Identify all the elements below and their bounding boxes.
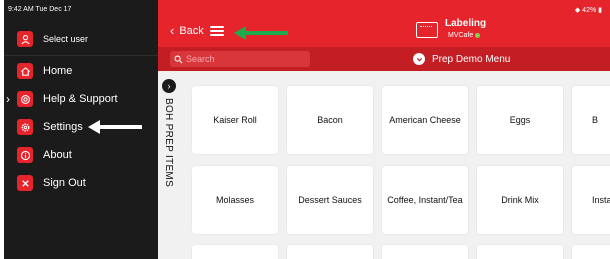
sidebar-item-label: Settings bbox=[43, 121, 83, 133]
user-icon bbox=[17, 31, 33, 47]
item-tile[interactable]: American Cheese bbox=[382, 86, 468, 154]
search-icon bbox=[174, 55, 183, 63]
select-user-button[interactable]: Select user bbox=[4, 26, 158, 52]
sidebar-item-home[interactable]: Home bbox=[4, 58, 158, 84]
item-tile[interactable] bbox=[477, 245, 563, 259]
sidebar-item-label: Sign Out bbox=[43, 177, 86, 189]
item-tile[interactable]: Coffee, Instant/Tea bbox=[382, 166, 468, 234]
chevron-left-icon: ‹ bbox=[170, 23, 175, 38]
hamburger-menu-icon[interactable] bbox=[210, 26, 224, 36]
category-strip: › BOH PREP ITEMS bbox=[158, 71, 180, 259]
item-tile[interactable] bbox=[287, 245, 373, 259]
item-tile[interactable] bbox=[382, 245, 468, 259]
menu-select-dropdown[interactable]: Prep Demo Menu bbox=[413, 51, 510, 67]
sidebar-item-label: About bbox=[43, 149, 72, 161]
status-battery: ◆ 42% ▮ bbox=[574, 7, 602, 14]
back-button[interactable]: ‹ Back bbox=[170, 24, 204, 37]
item-tile[interactable]: B bbox=[572, 86, 610, 154]
sidebar-divider bbox=[4, 55, 158, 56]
location-indicator[interactable]: MVCafe bbox=[448, 32, 481, 39]
info-icon bbox=[17, 147, 33, 163]
green-arrow-annotation bbox=[234, 26, 288, 40]
app-window: 9:42 AM Tue Dec 17 Select user Home › He… bbox=[0, 0, 610, 259]
chevron-down-icon bbox=[413, 53, 425, 65]
category-toggle-button[interactable]: › bbox=[162, 79, 176, 93]
lifebuoy-icon bbox=[17, 91, 33, 107]
category-tab-boh-prep-items[interactable]: BOH PREP ITEMS bbox=[163, 98, 174, 187]
sidebar-item-about[interactable]: About bbox=[4, 142, 158, 168]
online-status-dot bbox=[475, 33, 481, 38]
app-title: Labeling bbox=[445, 18, 487, 29]
header-bar: ◆ 42% ▮ ‹ Back Labeling MVCafe bbox=[158, 0, 610, 47]
sidebar-item-help-support[interactable]: Help & Support bbox=[4, 86, 158, 112]
item-tile[interactable]: Molasses bbox=[192, 166, 278, 234]
search-box[interactable] bbox=[170, 51, 310, 67]
sidebar-item-sign-out[interactable]: Sign Out bbox=[4, 170, 158, 196]
item-tile[interactable]: Dessert Sauces bbox=[287, 166, 373, 234]
gear-icon bbox=[17, 119, 33, 135]
main-panel: ◆ 42% ▮ ‹ Back Labeling MVCafe Search Pr… bbox=[158, 0, 610, 259]
status-time: 9:42 AM Tue Dec 17 bbox=[8, 6, 72, 13]
select-user-label: Select user bbox=[43, 34, 89, 44]
close-icon bbox=[17, 175, 33, 191]
battery-icon: ▮ bbox=[598, 7, 602, 14]
item-tile[interactable]: Drink Mix bbox=[477, 166, 563, 234]
item-tile[interactable]: Kaiser Roll bbox=[192, 86, 278, 154]
sidebar-item-label: Home bbox=[43, 65, 73, 77]
location-name: MVCafe bbox=[448, 32, 474, 39]
white-arrow-annotation bbox=[88, 120, 142, 134]
sidebar-item-label: Help & Support bbox=[43, 93, 118, 105]
wifi-icon: ◆ bbox=[574, 7, 581, 14]
back-label: Back bbox=[179, 24, 204, 37]
search-input[interactable] bbox=[186, 54, 306, 64]
item-tile[interactable]: Eggs bbox=[477, 86, 563, 154]
menu-name: Prep Demo Menu bbox=[432, 53, 511, 65]
toolbar: Prep Demo Menu bbox=[158, 47, 610, 71]
item-tile[interactable] bbox=[572, 245, 610, 259]
item-tile[interactable] bbox=[192, 245, 278, 259]
item-tile[interactable]: Bacon bbox=[287, 86, 373, 154]
item-tile[interactable]: Instant bbox=[572, 166, 610, 234]
label-printer-icon bbox=[416, 22, 438, 38]
home-icon bbox=[17, 63, 33, 79]
